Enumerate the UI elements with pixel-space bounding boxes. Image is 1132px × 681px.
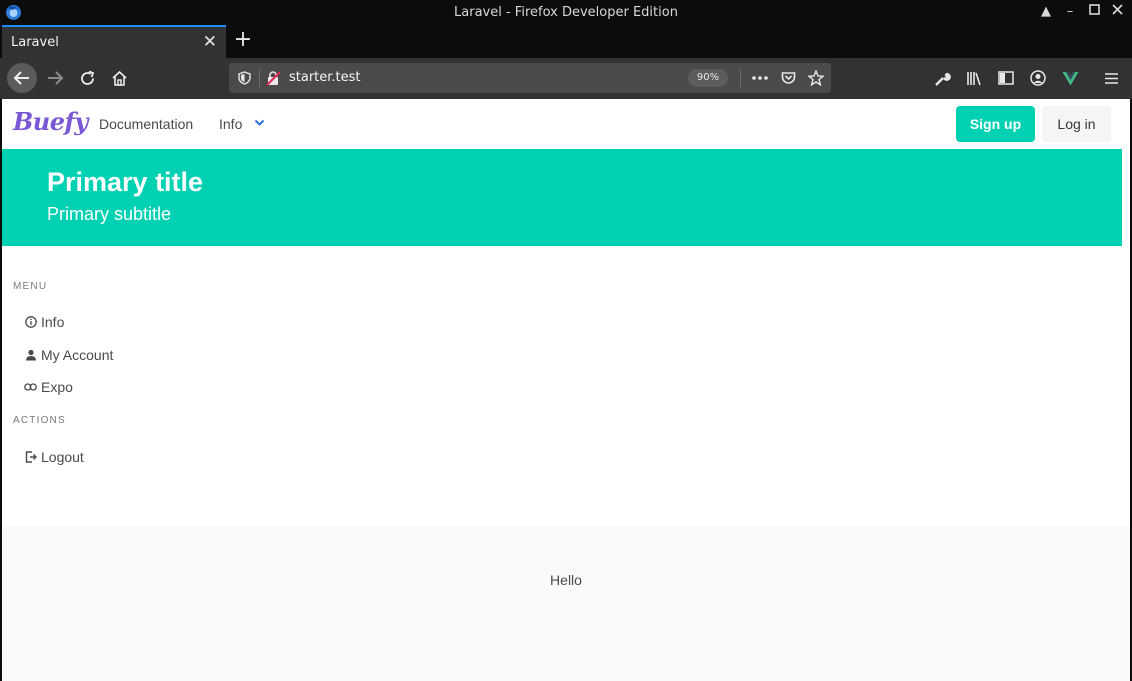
vue-devtools-button[interactable] (1055, 63, 1085, 93)
navigation-toolbar: starter.test 90% (0, 58, 1132, 99)
url-text: starter.test (289, 70, 361, 85)
back-button[interactable] (7, 63, 37, 93)
hero-banner: Primary title Primary subtitle (2, 149, 1122, 246)
chevron-down-icon[interactable] (254, 119, 265, 127)
buefy-logo[interactable]: Buefy (13, 107, 88, 136)
site-navbar: Buefy Documentation Info Sign up Log in (2, 99, 1130, 149)
new-tab-icon[interactable]: + (232, 28, 254, 52)
menu-item-label: Info (41, 314, 65, 330)
page-actions-icon[interactable] (751, 69, 769, 87)
vue-icon (1062, 71, 1078, 85)
tab-label: Laravel (11, 35, 59, 50)
nav-info-dropdown[interactable]: Info (219, 116, 242, 132)
menu-item-info[interactable]: Info (24, 311, 64, 333)
back-arrow-icon (13, 71, 29, 85)
menu-item-label: Expo (41, 379, 73, 395)
close-tab-icon[interactable]: ✕ (203, 32, 217, 52)
sidebar-icon (998, 71, 1014, 85)
account-circle-icon (1030, 70, 1046, 86)
forward-button[interactable] (40, 63, 70, 93)
main-menu-button[interactable] (1096, 63, 1126, 93)
account-icon (24, 349, 37, 362)
menu-item-label: Logout (41, 449, 84, 465)
menu-section-label: MENU (13, 281, 48, 292)
zoom-indicator[interactable]: 90% (688, 69, 728, 87)
insecure-lock-icon[interactable] (264, 69, 282, 87)
hero-title: Primary title (47, 167, 204, 197)
urlbar-divider (740, 69, 741, 87)
window-shade-icon[interactable]: ▲ (1037, 2, 1055, 22)
sidebar-button[interactable] (991, 63, 1021, 93)
minimize-icon[interactable]: – (1061, 2, 1079, 22)
menu-item-expo[interactable]: Expo (24, 376, 73, 398)
menu-item-label: My Account (41, 347, 114, 363)
developer-tools-button[interactable] (927, 63, 957, 93)
home-icon (111, 70, 127, 86)
actions-section-label: ACTIONS (13, 415, 66, 426)
window-title: Laravel - Firefox Developer Edition (454, 5, 678, 20)
wrench-icon (934, 72, 951, 86)
login-button[interactable]: Log in (1042, 106, 1111, 142)
info-circle-icon (24, 316, 37, 329)
bookmark-star-icon[interactable] (807, 69, 825, 87)
pocket-icon[interactable] (779, 69, 797, 87)
nav-documentation-link[interactable]: Documentation (99, 116, 193, 132)
url-bar[interactable]: starter.test 90% (229, 63, 831, 93)
close-window-icon[interactable] (1108, 2, 1126, 22)
tab-laravel[interactable]: Laravel ✕ (2, 25, 226, 58)
logout-icon (24, 451, 37, 464)
signup-button[interactable]: Sign up (956, 106, 1035, 142)
urlbar-divider (259, 69, 260, 87)
hamburger-menu-icon (1104, 72, 1118, 84)
library-button[interactable] (959, 63, 989, 93)
menu-item-my-account[interactable]: My Account (24, 344, 113, 366)
account-button[interactable] (1023, 63, 1053, 93)
library-icon (966, 71, 981, 85)
link-icon (24, 381, 37, 394)
maximize-icon[interactable] (1085, 2, 1103, 22)
hero-subtitle: Primary subtitle (47, 204, 172, 224)
page-footer: Hello (2, 526, 1130, 681)
window-titlebar: Laravel - Firefox Developer Edition ▲ – (0, 0, 1132, 25)
reload-icon (80, 70, 94, 85)
page-viewport: Buefy Documentation Info Sign up Log in … (2, 99, 1130, 681)
footer-text: Hello (550, 572, 582, 588)
home-button[interactable] (104, 63, 134, 93)
reload-button[interactable] (72, 63, 102, 93)
forward-arrow-icon (48, 71, 64, 85)
tracking-shield-icon[interactable] (235, 69, 253, 87)
menu-item-logout[interactable]: Logout (24, 446, 84, 468)
tab-strip: Laravel ✕ + (0, 25, 1132, 58)
